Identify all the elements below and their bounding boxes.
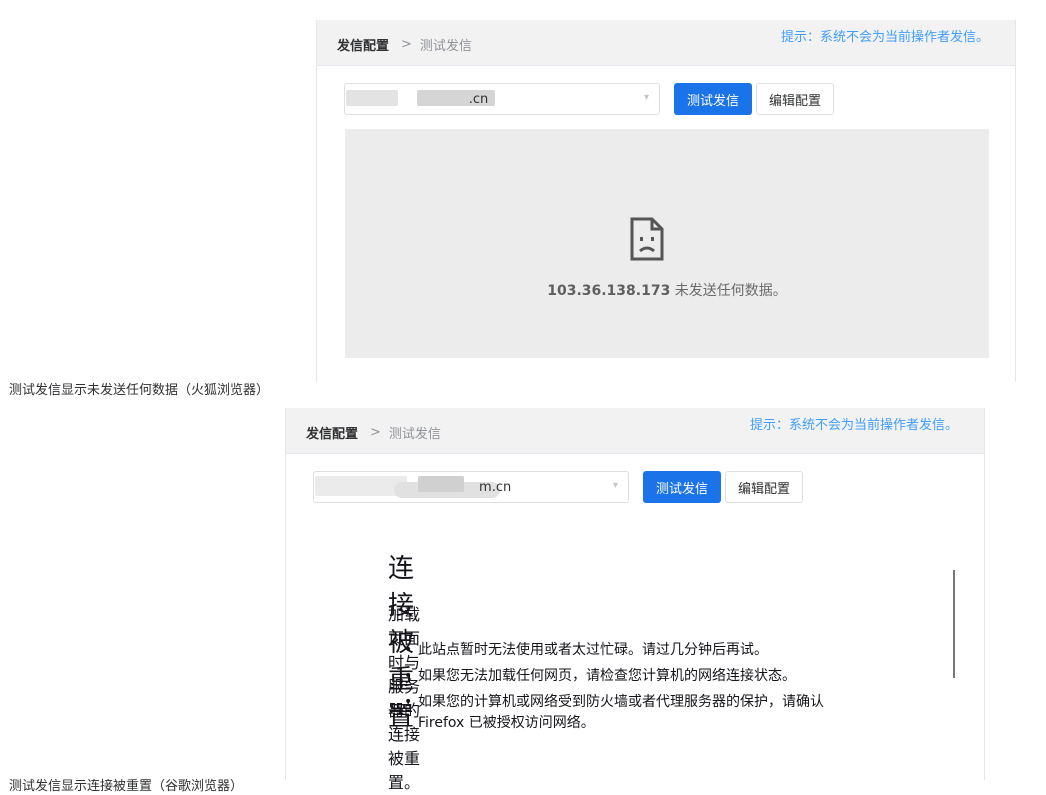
test-send-panel-2: 发信配置 > 测试发信 提示：系统不会为当前操作者发信。 m.cn ▾ 测试发信… xyxy=(285,408,985,792)
breadcrumb-send-config[interactable]: 发信配置 xyxy=(306,423,358,442)
test-send-button[interactable]: 测试发信 xyxy=(674,83,752,115)
error-suggestions: 此站点暂时无法使用或者太过忙碌。请过几分钟后再试。 如果您无法加载任何网页，请检… xyxy=(404,640,874,739)
error-ip: 103.36.138.173 xyxy=(547,283,671,299)
caption-chrome: 测试发信显示连接被重置（谷歌浏览器） xyxy=(9,779,244,794)
error-message: 103.36.138.173 未发送任何数据。 xyxy=(345,280,989,300)
breadcrumb-send-config[interactable]: 发信配置 xyxy=(337,35,389,54)
list-item: 如果您无法加载任何网页，请检查您计算机的网络连接状态。 xyxy=(404,666,874,687)
hint-text: 提示：系统不会为当前操作者发信。 xyxy=(780,30,989,45)
select-value: m.cn xyxy=(322,480,512,495)
select-value: .cn xyxy=(353,92,489,107)
edit-config-button[interactable]: 编辑配置 xyxy=(725,471,803,503)
browser-error-frame: 103.36.138.173 未发送任何数据。 xyxy=(345,129,989,358)
breadcrumb-test-send: 测试发信 xyxy=(419,39,472,54)
test-send-button[interactable]: 测试发信 xyxy=(643,471,721,503)
breadcrumb-separator-icon: > xyxy=(370,425,381,440)
scrollbar[interactable] xyxy=(953,570,955,678)
chevron-down-icon: ▾ xyxy=(612,480,618,491)
mailbox-select[interactable]: .cn ▾ xyxy=(344,83,660,115)
panel-header: 发信配置 > 测试发信 提示：系统不会为当前操作者发信。 xyxy=(286,408,984,454)
error-text: 未发送任何数据。 xyxy=(670,283,787,299)
list-item: 此站点暂时无法使用或者太过忙碌。请过几分钟后再试。 xyxy=(404,640,874,661)
hint-text: 提示：系统不会为当前操作者发信。 xyxy=(749,418,958,433)
list-item: 如果您的计算机或网络受到防火墙或者代理服务器的保护，请确认 Firefox 已被… xyxy=(404,692,874,734)
panel-header: 发信配置 > 测试发信 提示：系统不会为当前操作者发信。 xyxy=(317,20,1015,66)
breadcrumb: 发信配置 > 测试发信 xyxy=(337,35,472,54)
mailbox-select[interactable]: m.cn ▾ xyxy=(313,471,629,503)
caption-firefox: 测试发信显示未发送任何数据（火狐浏览器） xyxy=(9,383,270,398)
chevron-down-icon: ▾ xyxy=(643,92,649,103)
sad-document-icon xyxy=(630,217,664,261)
breadcrumb: 发信配置 > 测试发信 xyxy=(306,423,441,442)
edit-config-button[interactable]: 编辑配置 xyxy=(756,83,834,115)
test-send-panel-1: 发信配置 > 测试发信 提示：系统不会为当前操作者发信。 .cn ▾ 测试发信 … xyxy=(316,20,1016,382)
breadcrumb-separator-icon: > xyxy=(401,37,412,52)
breadcrumb-test-send: 测试发信 xyxy=(388,427,441,442)
